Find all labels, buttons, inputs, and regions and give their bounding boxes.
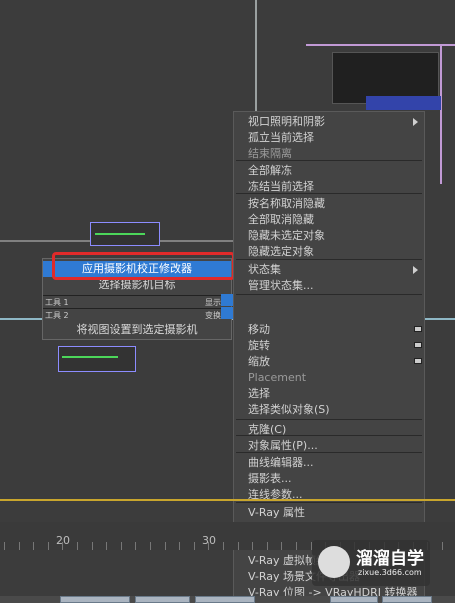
ruler-tick [442,542,443,550]
ruler-tick [223,542,224,550]
tools-2-header: 工具 2 变换 [43,308,231,321]
viewport-line [306,44,455,46]
bottom-button[interactable] [330,596,378,603]
bottom-button[interactable] [135,596,190,603]
ruler-tick [33,542,34,550]
quad-menu-item[interactable]: 管理状态集... [248,278,418,294]
ruler-label: 20 [56,534,70,547]
ruler-tick [4,542,5,550]
options-box-icon[interactable] [414,342,422,348]
quad-menu-item[interactable]: Placement [248,370,418,386]
ruler-tick [179,542,180,550]
menu-separator [236,294,422,295]
ruler-tick [252,542,253,550]
tools-2-label: 工具 2 [45,311,69,320]
set-view-to-camera-item[interactable]: 将视图设置到选定摄影机 [43,322,231,338]
quad-menu-item[interactable]: 按名称取消隐藏 [248,196,418,212]
quad-menu-item[interactable]: 视口照明和阴影 [248,114,418,130]
quad-menu-item[interactable]: V-Ray 属性 [248,505,418,521]
ruler-tick [106,542,107,550]
menu-separator [236,419,422,420]
quad-menu-item[interactable]: 摄影表... [248,471,418,487]
ruler-tick [135,542,136,550]
quad-menu-item[interactable]: 选择类似对象(S) [248,402,418,418]
quad-menu-item[interactable]: 孤立当前选择 [248,130,418,146]
transform-label: 变换 [205,311,221,320]
quad-menu-item[interactable]: 隐藏选定对象 [248,244,418,260]
ruler-tick [92,542,93,550]
quad-center-square [221,294,233,306]
options-box-icon[interactable] [414,358,422,364]
ruler-tick [238,542,239,550]
viewport-line [440,44,442,184]
quad-menu-item[interactable]: 移动 [248,322,418,338]
ruler-tick [281,542,282,550]
ruler-tick [208,542,209,550]
watermark: 溜溜自学 zixue.3d66.com [312,540,430,586]
ruler-tick [121,542,122,550]
ruler-label: 30 [202,534,216,547]
bottom-button[interactable] [195,596,255,603]
submenu-arrow-icon [413,266,418,274]
quad-menu-item[interactable]: 结束隔离 [248,146,418,162]
quad-menu-item[interactable]: 缩放 [248,354,418,370]
ruler-tick [62,542,63,550]
bottom-button[interactable] [382,596,432,603]
ruler-tick [296,542,297,550]
tools-1-label: 工具 1 [45,298,69,307]
annotation-highlight [52,252,235,280]
ruler-tick [165,542,166,550]
camera-line [95,233,145,235]
ruler-tick [150,542,151,550]
ruler-tick [19,542,20,550]
quad-menu-item[interactable]: 旋转 [248,338,418,354]
quad-menu-item[interactable]: 全部取消隐藏 [248,212,418,228]
quad-menu-item[interactable]: 隐藏未选定对象 [248,228,418,244]
quad-menu-item[interactable]: 曲线编辑器... [248,455,418,471]
quad-menu-item[interactable]: 冻结当前选择 [248,179,418,195]
quad-menu-item[interactable]: 全部解冻 [248,163,418,179]
quad-menu-item[interactable]: 克隆(C) [248,422,418,438]
quad-menu-item[interactable]: 选择 [248,386,418,402]
options-box-icon[interactable] [414,326,422,332]
ruler-tick [267,542,268,550]
quad-menu-item[interactable]: 状态集 [248,262,418,278]
tools-1-header: 工具 1 显示 [43,295,231,308]
watermark-logo-icon [318,546,350,578]
submenu-arrow-icon [413,118,418,126]
camera-box[interactable] [58,346,136,372]
bottom-button[interactable] [60,596,130,603]
timeline-divider [0,499,455,501]
watermark-sub: zixue.3d66.com [358,568,422,577]
scene-object [366,96,441,110]
ruler-tick [48,542,49,550]
quad-menu-item[interactable]: 对象属性(P)... [248,438,418,454]
ruler-tick [77,542,78,550]
bottom-bar [0,596,455,603]
watermark-title: 溜溜自学 [356,549,424,569]
ruler-tick [194,542,195,550]
camera-line [62,356,118,358]
quad-center-square [221,307,233,319]
